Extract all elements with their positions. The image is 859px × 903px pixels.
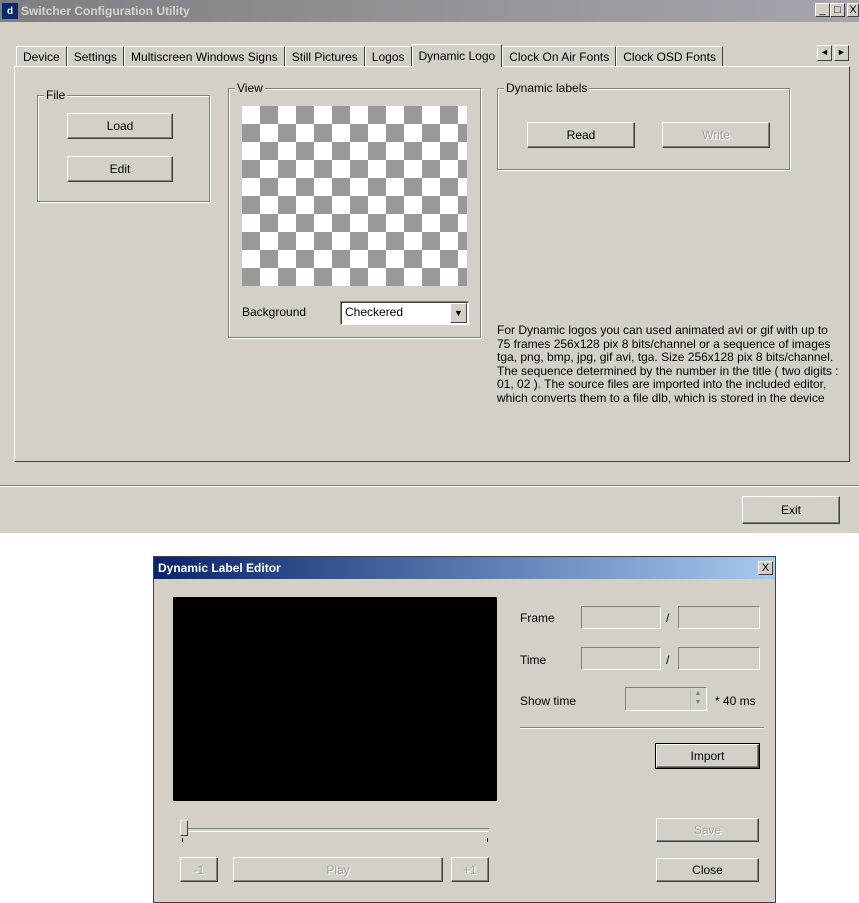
slider-tick-start [182,838,183,842]
slider-thumb[interactable] [180,820,188,836]
frame-label: Frame [520,611,555,625]
file-group-label: File [44,88,68,102]
file-group: File [37,88,210,202]
editor-title: Dynamic Label Editor [158,561,281,575]
write-button[interactable]: Write [662,122,770,148]
tab-clock-on-air-fonts[interactable]: Clock On Air Fonts [502,46,617,66]
background-label: Background [242,305,307,319]
read-button[interactable]: Read [527,122,635,148]
background-dropdown[interactable]: Checkered ▼ [340,301,469,325]
prev-frame-button[interactable]: -1 [180,857,218,882]
spinner-up-down-icon[interactable]: ▲ ▼ [690,689,705,709]
time-label: Time [520,653,547,667]
tab-still-pictures[interactable]: Still Pictures [284,46,365,66]
tab-multiscreen-windows-signs[interactable]: Multiscreen Windows Signs [124,46,285,66]
frame-total-field [678,606,760,629]
editor-title-bar: Dynamic Label Editor [154,557,775,579]
main-title-bar: d Switcher Configuration Utility [0,0,859,22]
time-current-field [581,647,661,670]
video-preview [173,597,497,801]
chevron-down-icon[interactable]: ▼ [450,303,467,323]
background-dropdown-value: Checkered [345,305,404,319]
save-button[interactable]: Save [656,818,759,842]
close-window-button[interactable]: X [847,3,859,17]
time-separator: / [666,653,670,667]
slider-tick-end [487,838,488,842]
tab-scroll-left-button[interactable]: ◄ [817,45,832,61]
show-time-spinner[interactable]: ▲ ▼ [625,687,707,711]
tab-settings[interactable]: Settings [66,46,125,66]
view-group-label: View [235,81,265,95]
main-window: d Switcher Configuration Utility _ □ X D… [0,0,859,533]
tab-strip: Device Settings Multiscreen Windows Sign… [16,44,723,67]
tab-device[interactable]: Device [16,46,67,66]
dynamic-label-editor-window: Dynamic Label Editor X -1 Play +1 Frame … [153,556,776,903]
dynamic-labels-group-label: Dynamic labels [504,81,590,95]
frame-separator: / [666,611,670,625]
exit-button[interactable]: Exit [742,496,840,524]
main-window-title: Switcher Configuration Utility [21,4,190,18]
minimize-button[interactable]: _ [815,3,830,17]
show-time-unit: * 40 ms [715,694,756,708]
slider-track [184,828,489,832]
editor-close-button[interactable]: X [758,561,773,575]
load-button[interactable]: Load [67,113,173,139]
edit-button[interactable]: Edit [67,156,173,182]
tab-logos[interactable]: Logos [364,46,412,66]
maximize-button[interactable]: □ [830,3,845,17]
tab-scroll-right-button[interactable]: ► [834,45,849,61]
next-frame-button[interactable]: +1 [451,857,489,882]
editor-divider [520,727,764,729]
logo-preview-checkered [242,106,467,286]
play-button[interactable]: Play [233,857,443,882]
app-icon: d [2,3,18,19]
divider [0,485,859,487]
dynamic-logo-description: For Dynamic logos you can used animated … [497,323,839,405]
frame-current-field [581,606,661,629]
frame-slider[interactable] [179,819,489,843]
tab-clock-osd-fonts[interactable]: Clock OSD Fonts [616,46,723,66]
close-button[interactable]: Close [656,858,759,882]
time-total-field [678,647,760,670]
show-time-label: Show time [520,694,577,708]
import-button[interactable]: Import [655,743,760,769]
tab-dynamic-logo[interactable]: Dynamic Logo [411,44,503,67]
